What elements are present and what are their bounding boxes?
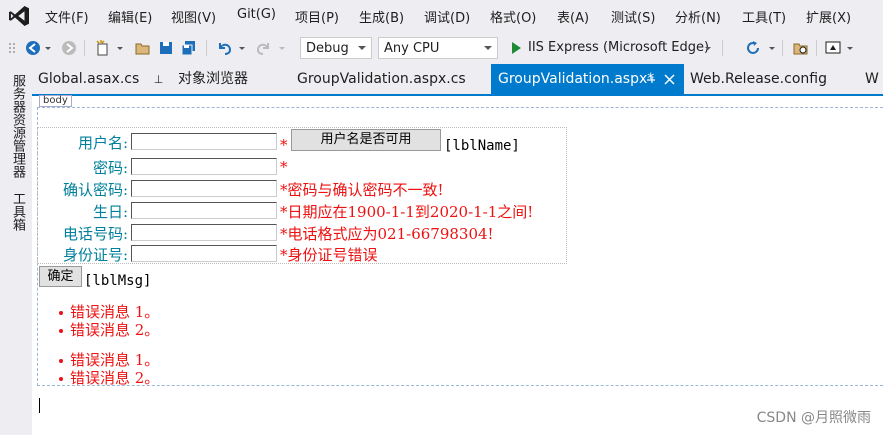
tab-groupvalidation-aspx-cs[interactable]: GroupValidation.aspx.cs bbox=[297, 64, 466, 94]
menu-git[interactable]: Git(G) bbox=[237, 7, 276, 22]
password-mismatch-error: *密码与确认密码不一致! bbox=[280, 181, 444, 199]
server-explorer-tab[interactable]: 服务器资源管理器 bbox=[8, 74, 27, 178]
side-panel-strip: 服务器资源管理器 工具箱 bbox=[0, 64, 32, 435]
phone-label: 电话号码: bbox=[62, 225, 128, 243]
chevron-down-icon bbox=[358, 46, 366, 50]
menu-bar: 文件(F) 编辑(E) 视图(V) Git(G) 项目(P) 生成(B) 调试(… bbox=[0, 0, 883, 32]
lblmsg-label: [lblMsg] bbox=[84, 273, 152, 289]
menu-table[interactable]: 表(A) bbox=[557, 7, 589, 26]
grip-icon[interactable] bbox=[8, 42, 16, 54]
username-label: 用户名: bbox=[77, 134, 128, 152]
watermark: CSDN @月照微雨 bbox=[756, 410, 871, 426]
forward-icon[interactable] bbox=[60, 39, 78, 57]
list-item: 错误消息 2。 bbox=[59, 369, 159, 387]
tab-label: GroupValidation.aspx* bbox=[498, 71, 655, 87]
username-input[interactable] bbox=[131, 133, 277, 150]
toolbox-tab[interactable]: 工具箱 bbox=[8, 192, 27, 231]
list-item: 错误消息 1。 bbox=[59, 351, 159, 369]
password-label: 密码: bbox=[92, 159, 128, 177]
confirm-password-label: 确认密码: bbox=[62, 181, 128, 199]
browser-link-icon[interactable] bbox=[824, 39, 842, 57]
close-icon[interactable] bbox=[664, 74, 675, 85]
run-target-dropdown-icon[interactable] bbox=[704, 39, 712, 57]
menu-analyze[interactable]: 分析(N) bbox=[675, 7, 721, 26]
solution-platforms-select[interactable]: Any CPU bbox=[378, 37, 498, 59]
tab-object-browser[interactable]: 对象浏览器 bbox=[178, 64, 248, 94]
visual-studio-logo-icon[interactable] bbox=[7, 4, 31, 28]
id-number-input[interactable] bbox=[131, 245, 277, 262]
tab-label: Web.Release.config bbox=[690, 71, 827, 87]
list-item: 错误消息 2。 bbox=[59, 321, 159, 339]
pin-icon[interactable] bbox=[646, 75, 656, 85]
redo-icon[interactable] bbox=[254, 39, 272, 57]
design-surface[interactable]: body 用户名: * 用户名是否可用 [lblName] 密码: * 确认密码… bbox=[32, 95, 883, 435]
tab-label: 对象浏览器 bbox=[178, 71, 248, 87]
menu-edit[interactable]: 编辑(E) bbox=[108, 7, 152, 26]
menu-project[interactable]: 项目(P) bbox=[295, 7, 339, 26]
refresh-icon[interactable] bbox=[744, 39, 762, 57]
redo-dropdown-icon[interactable] bbox=[278, 39, 286, 57]
back-dropdown-icon[interactable] bbox=[44, 39, 52, 57]
tab-overflow[interactable]: W bbox=[865, 64, 879, 94]
body-tag-label[interactable]: body bbox=[39, 95, 72, 107]
menu-file[interactable]: 文件(F) bbox=[45, 7, 89, 26]
undo-dropdown-icon[interactable] bbox=[238, 39, 246, 57]
save-icon[interactable] bbox=[157, 39, 175, 57]
undo-icon[interactable] bbox=[216, 39, 234, 57]
phone-format-error: *电话格式应为021-66798304! bbox=[280, 225, 494, 243]
menu-debug[interactable]: 调试(D) bbox=[424, 7, 470, 26]
list-item: 错误消息 1。 bbox=[59, 303, 159, 321]
run-target-label[interactable]: IIS Express (Microsoft Edge) bbox=[528, 40, 709, 55]
open-file-icon[interactable] bbox=[134, 39, 152, 57]
validation-summary-1: 错误消息 1。 错误消息 2。 bbox=[59, 303, 159, 339]
tab-label: GroupValidation.aspx.cs bbox=[297, 71, 466, 87]
new-project-icon[interactable] bbox=[94, 39, 112, 57]
chevron-down-icon bbox=[484, 46, 492, 50]
platform-value: Any CPU bbox=[384, 41, 440, 56]
confirm-password-input[interactable] bbox=[131, 180, 277, 197]
menu-test[interactable]: 测试(S) bbox=[611, 7, 655, 26]
phone-input[interactable] bbox=[131, 224, 277, 241]
menu-view[interactable]: 视图(V) bbox=[171, 7, 216, 26]
back-icon[interactable] bbox=[24, 39, 42, 57]
menu-build[interactable]: 生成(B) bbox=[359, 7, 404, 26]
tab-groupvalidation-aspx[interactable]: GroupValidation.aspx* bbox=[491, 64, 684, 94]
document-tab-bar: Global.asax.cs ⊥ 对象浏览器 GroupValidation.a… bbox=[32, 64, 883, 96]
browser-link-dropdown-icon[interactable] bbox=[846, 39, 854, 57]
pin-icon[interactable]: ⊥ bbox=[154, 73, 164, 86]
save-all-icon[interactable] bbox=[180, 39, 198, 57]
password-required-error: * bbox=[280, 158, 288, 176]
menu-format[interactable]: 格式(O) bbox=[490, 7, 536, 26]
configuration-value: Debug bbox=[306, 41, 349, 56]
check-username-button[interactable]: 用户名是否可用 bbox=[291, 129, 441, 151]
birthday-label: 生日: bbox=[92, 203, 128, 221]
text-caret bbox=[39, 398, 40, 413]
submit-button[interactable]: 确定 bbox=[39, 266, 82, 287]
start-debugging-icon[interactable] bbox=[507, 39, 525, 57]
username-required-error: * bbox=[280, 136, 288, 154]
lblname-label: [lblName] bbox=[444, 138, 520, 154]
refresh-dropdown-icon[interactable] bbox=[768, 39, 776, 57]
tab-label: W bbox=[865, 71, 879, 87]
validation-summary-2: 错误消息 1。 错误消息 2。 bbox=[59, 351, 159, 387]
new-dropdown-icon[interactable] bbox=[116, 39, 124, 57]
toolbar: Debug Any CPU IIS Express (Microsoft Edg… bbox=[0, 32, 883, 64]
menu-tools[interactable]: 工具(T) bbox=[742, 7, 786, 26]
password-input[interactable] bbox=[131, 158, 277, 175]
birthday-input[interactable] bbox=[131, 202, 277, 219]
tab-web-release-config[interactable]: Web.Release.config bbox=[690, 64, 827, 94]
id-number-label: 身份证号: bbox=[62, 246, 128, 264]
find-in-files-icon[interactable] bbox=[792, 39, 810, 57]
menu-extensions[interactable]: 扩展(X) bbox=[806, 7, 851, 26]
id-number-error: *身份证号错误 bbox=[280, 246, 378, 264]
solution-configurations-select[interactable]: Debug bbox=[300, 37, 372, 59]
birthday-range-error: *日期应在1900-1-1到2020-1-1之间! bbox=[280, 203, 534, 221]
tab-label: Global.asax.cs bbox=[38, 71, 140, 87]
tab-global-asax-cs[interactable]: Global.asax.cs ⊥ bbox=[38, 64, 163, 94]
